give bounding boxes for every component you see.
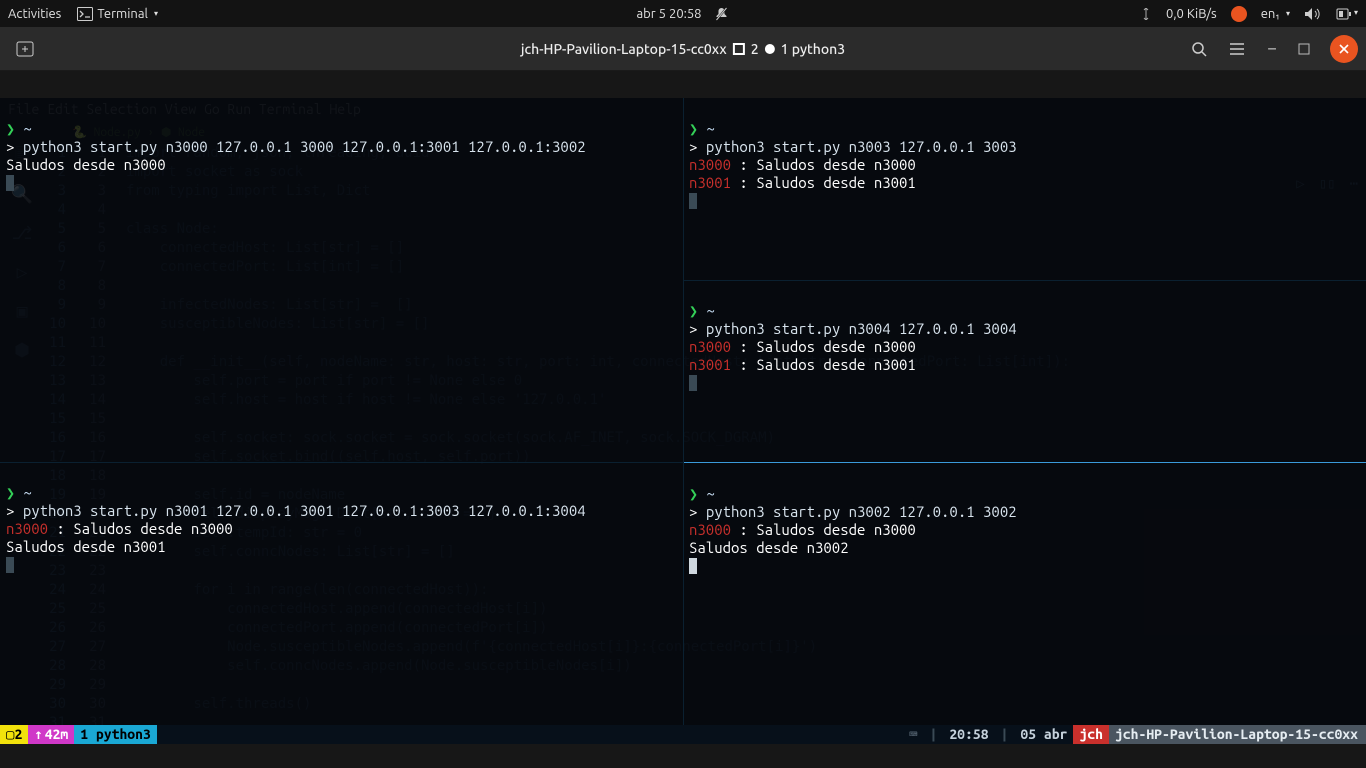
status-date: 05 abr (1014, 725, 1073, 744)
window-title: jch-HP-Pavilion-Laptop-15-cc0xx 2 1 pyth… (521, 41, 845, 57)
tmux-statusbar: ▢ 2 ↑42m 1 python3 ⌨ | 20:58 | 05 abr jc… (0, 725, 1366, 744)
gnome-topbar: Activities Terminal ▾ abr 5 20:58 0,0 Ki… (0, 0, 1366, 27)
clock[interactable]: abr 5 20:58 (636, 7, 701, 21)
network-speed-icon (1140, 8, 1152, 20)
status-uptime: ↑42m (28, 725, 74, 744)
update-indicator-icon[interactable] (1231, 6, 1247, 22)
terminal-window: ─ jch-HP-Pavilion-Laptop-15-cc0xx 2 1 py… (0, 27, 1366, 768)
new-tab-button[interactable] (8, 34, 42, 64)
pane-top-left[interactable]: ❯ ~ > python3 start.py n3000 127.0.0.1 3… (0, 98, 683, 462)
status-user: jch (1073, 725, 1109, 744)
activities-button[interactable]: Activities (8, 7, 61, 21)
terminal-icon (77, 7, 93, 21)
pane-bottom-right[interactable]: ❯ ~ > python3 start.py n3002 127.0.0.1 3… (683, 462, 1366, 725)
status-time: 20:58 (943, 725, 994, 744)
window-titlebar: ─ jch-HP-Pavilion-Laptop-15-cc0xx 2 1 py… (0, 27, 1366, 71)
close-button[interactable] (1330, 35, 1358, 63)
maximize-button[interactable] (1290, 35, 1318, 63)
pane-mid-right[interactable]: ❯ ~ > python3 start.py n3004 127.0.0.1 3… (683, 280, 1366, 462)
search-button[interactable] (1182, 34, 1216, 64)
status-window[interactable]: 1 python3 (74, 725, 157, 744)
net-speed: 0,0 KiB/s (1166, 7, 1217, 21)
bell-off-icon[interactable] (714, 6, 730, 22)
tmux-session[interactable]: ❯ ~ > python3 start.py n3000 127.0.0.1 3… (0, 98, 1366, 744)
language-indicator[interactable]: en₁▾ (1261, 7, 1290, 21)
hamburger-menu-button[interactable] (1220, 34, 1254, 64)
pane-divider-h-right-upper[interactable] (683, 280, 1366, 281)
keyboard-icon: ⌨ (903, 725, 923, 744)
app-menu[interactable]: Terminal ▾ (77, 7, 158, 21)
square-icon (733, 43, 745, 55)
pane-bottom-left[interactable]: ❯ ~ > python3 start.py n3001 127.0.0.1 3… (0, 462, 683, 725)
pane-top-right[interactable]: ❯ ~ > python3 start.py n3003 127.0.0.1 3… (683, 98, 1366, 280)
minimize-button[interactable]: ─ (1258, 35, 1286, 63)
dot-icon (765, 44, 775, 54)
status-host: jch-HP-Pavilion-Laptop-15-cc0xx (1109, 725, 1366, 744)
battery-icon[interactable]: ▾ (1334, 8, 1358, 20)
app-menu-label: Terminal (97, 7, 148, 21)
pane-divider-vertical[interactable] (683, 98, 684, 725)
pane-divider-h-left[interactable] (0, 462, 683, 463)
chevron-down-icon: ▾ (154, 9, 158, 18)
status-session[interactable]: ▢ 2 (0, 725, 28, 744)
volume-icon[interactable] (1304, 7, 1320, 21)
